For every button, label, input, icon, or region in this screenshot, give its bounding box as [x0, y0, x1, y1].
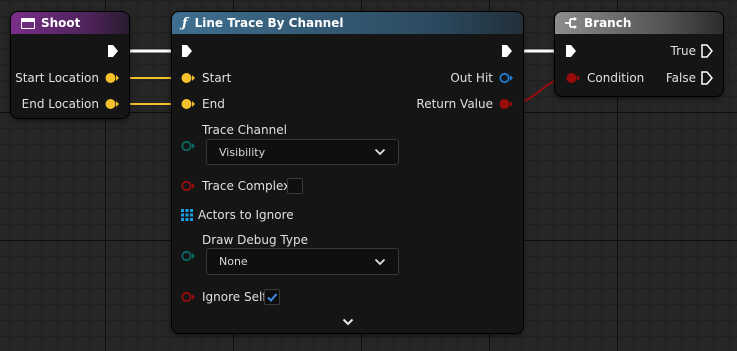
- bool-pin-icon: [181, 180, 195, 192]
- shoot-node-title: Shoot: [41, 16, 81, 30]
- end-label: End: [202, 97, 225, 111]
- vector-pin-icon: [181, 73, 195, 83]
- trace-pin-trace-complex[interactable]: Trace Complex: [181, 179, 290, 193]
- trace-complex-label: Trace Complex: [202, 179, 291, 193]
- draw-debug-type-value: None: [219, 255, 248, 268]
- return-value-label: Return Value: [416, 97, 493, 111]
- branch-pin-false[interactable]: False: [666, 71, 713, 85]
- shoot-pin-start-location[interactable]: Start Location: [15, 71, 119, 85]
- line-trace-header[interactable]: ƒ Line Trace By Channel: [172, 12, 523, 34]
- event-icon: [21, 17, 35, 29]
- trace-exec-in-pin[interactable]: [181, 44, 193, 58]
- byte-pin-icon[interactable]: [181, 250, 195, 262]
- draw-debug-type-label: Draw Debug Type: [202, 233, 308, 247]
- vector-pin-icon: [105, 99, 119, 109]
- end-location-label: End Location: [21, 97, 99, 111]
- branch-icon: [565, 17, 577, 29]
- bool-pin-icon: [181, 291, 195, 303]
- start-label: Start: [202, 71, 232, 85]
- actors-to-ignore-label: Actors to Ignore: [198, 208, 294, 222]
- branch-exec-in-pin[interactable]: [565, 44, 577, 58]
- trace-pin-out-hit[interactable]: Out Hit: [450, 71, 513, 85]
- trace-channel-dropdown[interactable]: Visibility: [206, 139, 399, 165]
- bool-pin-icon: [566, 73, 580, 83]
- branch-node-title: Branch: [584, 16, 632, 30]
- exec-out-pin-icon: [701, 44, 713, 58]
- true-label: True: [670, 44, 697, 58]
- array-pin-icon: [181, 209, 193, 221]
- false-label: False: [665, 71, 696, 85]
- trace-pin-end[interactable]: End: [181, 97, 225, 111]
- bool-pin-icon: [499, 99, 513, 109]
- shoot-exec-out-pin[interactable]: [107, 44, 119, 58]
- out-hit-label: Out Hit: [450, 71, 493, 85]
- shoot-node-header[interactable]: Shoot: [11, 12, 129, 34]
- branch-pin-true[interactable]: True: [671, 44, 714, 58]
- expand-chevron-down-icon[interactable]: [342, 318, 354, 326]
- trace-exec-out-pin[interactable]: [501, 44, 513, 58]
- struct-pin-icon: [499, 72, 513, 84]
- line-trace-node[interactable]: ƒ Line Trace By Channel Start End Out Hi…: [172, 12, 523, 333]
- vector-pin-icon: [105, 73, 119, 83]
- line-trace-title: Line Trace By Channel: [194, 16, 344, 30]
- start-location-label: Start Location: [15, 71, 99, 85]
- branch-node-header[interactable]: Branch: [555, 12, 723, 34]
- chevron-down-icon: [374, 148, 386, 156]
- byte-pin-icon[interactable]: [181, 140, 195, 152]
- trace-channel-value: Visibility: [219, 145, 266, 159]
- ignore-self-checkbox[interactable]: [264, 289, 280, 305]
- draw-debug-type-dropdown[interactable]: None: [206, 248, 399, 275]
- trace-pin-ignore-self[interactable]: Ignore Self: [181, 290, 267, 304]
- checkmark-icon: [267, 293, 278, 302]
- branch-node[interactable]: Branch Condition True False: [555, 12, 723, 96]
- chevron-down-icon: [374, 258, 386, 265]
- trace-complex-checkbox[interactable]: [287, 178, 303, 194]
- condition-label: Condition: [587, 71, 645, 85]
- trace-pin-start[interactable]: Start: [181, 71, 231, 85]
- shoot-pin-end-location[interactable]: End Location: [22, 97, 119, 111]
- shoot-event-node[interactable]: Shoot Start Location End Location: [11, 12, 129, 118]
- trace-pin-return-value[interactable]: Return Value: [416, 97, 513, 111]
- ignore-self-label: Ignore Self: [202, 290, 267, 304]
- trace-pin-actors-to-ignore[interactable]: Actors to Ignore: [181, 208, 294, 222]
- vector-pin-icon: [181, 99, 195, 109]
- branch-pin-condition[interactable]: Condition: [566, 71, 644, 85]
- function-icon: ƒ: [182, 15, 188, 31]
- exec-out-pin-icon: [701, 71, 713, 85]
- trace-channel-label: Trace Channel: [202, 123, 287, 137]
